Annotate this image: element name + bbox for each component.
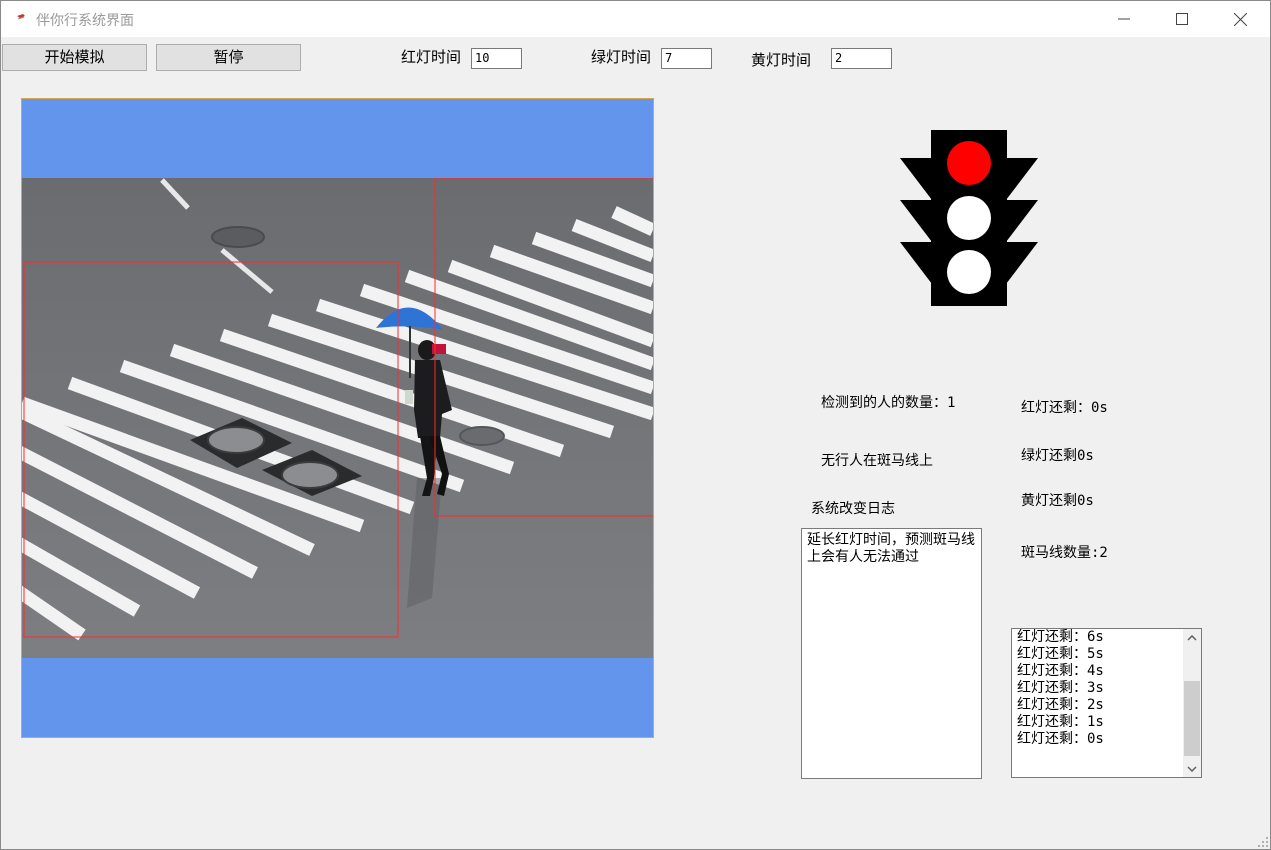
minimize-button[interactable] [1095,1,1153,37]
pause-button[interactable]: 暂停 [156,44,301,71]
app-feather-icon [17,14,25,20]
list-item[interactable]: 红灯还剩：6s [1017,629,1104,646]
chevron-down-icon [1187,765,1197,772]
yellow-time-input[interactable]: 2 [831,48,892,69]
list-item[interactable]: 红灯还剩：3s [1017,680,1104,697]
countdown-listbox[interactable]: 红灯还剩：6s 红灯还剩：5s 红灯还剩：4s 红灯还剩：3s 红灯还剩：2s … [1011,628,1202,778]
maximize-button[interactable] [1153,1,1211,37]
camera-canvas [21,98,654,738]
window-title: 伴你行系统界面 [36,13,134,29]
list-item[interactable]: 红灯还剩：5s [1017,646,1104,663]
list-item[interactable]: 红灯还剩：2s [1017,697,1104,714]
green-lamp [947,250,991,294]
maximize-icon [1176,13,1188,25]
list-item[interactable]: 红灯还剩：4s [1017,663,1104,680]
red-time-input[interactable]: 10 [471,48,522,69]
scroll-thumb[interactable] [1184,681,1200,756]
resize-grip-icon[interactable] [1257,836,1269,848]
scroll-up-button[interactable] [1183,629,1201,646]
red-time-label: 红灯时间 [401,48,462,66]
yellow-time-label: 黄灯时间 [751,51,812,69]
crosswalk-photo [22,178,653,658]
red-remaining-label: 红灯还剩：0s [1021,400,1108,416]
green-time-input[interactable]: 7 [661,48,712,69]
chevron-up-icon [1187,634,1197,641]
log-title-label: 系统改变日志 [811,501,895,517]
list-item[interactable]: 红灯还剩：0s [1017,731,1104,748]
system-log-textbox[interactable]: 延长红灯时间，预测斑马线上会有人无法通过 [801,528,982,779]
title-bar: 伴你行系统界面 [1,1,1270,37]
people-count-label: 检测到的人的数量：1 [821,395,956,411]
green-remaining-label: 绿灯还剩0s [1021,448,1094,464]
listbox-scrollbar[interactable] [1183,629,1201,777]
close-button[interactable] [1211,1,1269,37]
zebra-count-label: 斑马线数量:2 [1021,545,1108,561]
green-time-label: 绿灯时间 [591,48,652,66]
scroll-down-button[interactable] [1183,760,1201,777]
close-icon [1233,12,1247,26]
list-item[interactable]: 红灯还剩：1s [1017,714,1104,731]
zebra-status-label: 无行人在斑马线上 [821,453,933,469]
start-simulation-button[interactable]: 开始模拟 [2,44,147,71]
yellow-remaining-label: 黄灯还剩0s [1021,493,1094,509]
red-lamp [947,141,991,185]
traffic-light [900,130,1038,306]
minimize-icon [1118,18,1130,20]
yellow-lamp [947,196,991,240]
